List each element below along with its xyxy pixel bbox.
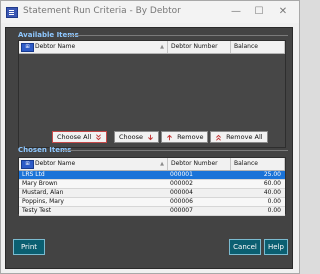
remove-all-button[interactable]: Remove All [210, 131, 268, 143]
dialog-body: Available Items ⊞ Debtor Name ▲ Debtor N… [5, 27, 293, 269]
available-group-divider [68, 35, 288, 36]
double-arrow-up-icon [216, 134, 221, 141]
available-grid-header: ⊞ Debtor Name ▲ Debtor Number Balance [19, 41, 285, 54]
col-debtor-name[interactable]: ⊞ Debtor Name ▲ [19, 41, 168, 53]
dialog-window: Statement Run Criteria - By Debtor — ☐ ✕… [0, 0, 300, 274]
col-balance[interactable]: Balance [231, 41, 285, 53]
cancel-button[interactable]: Cancel [229, 239, 261, 255]
debtor-number-cell: 000001 [170, 171, 193, 178]
grid-icon: ⊞ [21, 43, 34, 52]
col-balance-label: Balance [234, 160, 258, 167]
choose-all-button[interactable]: Choose All [52, 131, 108, 143]
balance-cell: 40.00 [263, 189, 281, 196]
choose-all-label: Choose All [57, 133, 92, 141]
arrow-down-icon [148, 134, 153, 140]
col-debtor-number[interactable]: Debtor Number [168, 158, 231, 170]
chosen-grid-header: ⊞ Debtor Name ▲ Debtor Number Balance [19, 158, 285, 171]
chosen-items-grid[interactable]: ⊞ Debtor Name ▲ Debtor Number Balance LR… [18, 157, 286, 216]
col-debtor-name-label: Debtor Name [35, 160, 76, 167]
debtor-name-cell: Mustard, Alan [22, 189, 64, 196]
debtor-name-cell: LRS Ltd [22, 171, 45, 178]
remove-button[interactable]: Remove [161, 131, 209, 143]
col-balance[interactable]: Balance [231, 158, 285, 170]
debtor-number-cell: 000006 [170, 198, 193, 205]
balance-cell: 25.00 [263, 171, 281, 178]
debtor-number-cell: 000007 [170, 207, 193, 214]
window-title: Statement Run Criteria - By Debtor [23, 6, 181, 16]
table-row[interactable]: Mustard, Alan 000004 40.00 [19, 189, 285, 198]
balance-cell: 60.00 [263, 180, 281, 187]
debtor-number-cell: 000004 [170, 189, 193, 196]
app-icon [6, 7, 18, 18]
remove-all-label: Remove All [226, 133, 263, 141]
double-arrow-down-icon [96, 133, 102, 140]
print-button[interactable]: Print [13, 239, 45, 255]
arrow-up-icon [167, 134, 172, 140]
sort-asc-icon: ▲ [160, 44, 164, 50]
col-debtor-number[interactable]: Debtor Number [168, 41, 231, 53]
table-row[interactable]: LRS Ltd 000001 25.00 [19, 171, 285, 180]
col-debtor-number-label: Debtor Number [171, 160, 218, 167]
choose-label: Choose [119, 133, 143, 141]
title-bar: Statement Run Criteria - By Debtor — ☐ ✕ [1, 1, 299, 23]
maximize-button[interactable]: ☐ [250, 4, 268, 20]
col-debtor-name-label: Debtor Name [35, 43, 76, 50]
chosen-rows: LRS Ltd 000001 25.00 Mary Brown 000002 6… [19, 171, 285, 216]
balance-cell: 0.00 [267, 198, 281, 205]
chosen-group-divider [62, 150, 288, 151]
col-debtor-name[interactable]: ⊞ Debtor Name ▲ [19, 158, 168, 170]
table-row[interactable]: Testy Test 000007 0.00 [19, 207, 285, 216]
debtor-name-cell: Testy Test [22, 207, 52, 214]
debtor-name-cell: Mary Brown [22, 180, 58, 187]
balance-cell: 0.00 [267, 207, 281, 214]
debtor-number-cell: 000002 [170, 180, 193, 187]
remove-label: Remove [177, 133, 204, 141]
close-button[interactable]: ✕ [274, 4, 292, 20]
col-debtor-number-label: Debtor Number [171, 43, 218, 50]
sort-asc-icon: ▲ [160, 161, 164, 167]
help-button[interactable]: Help [264, 239, 288, 255]
col-balance-label: Balance [234, 43, 258, 50]
table-row[interactable]: Mary Brown 000002 60.00 [19, 180, 285, 189]
debtor-name-cell: Poppins, Mary [22, 198, 64, 205]
minimize-button[interactable]: — [227, 4, 245, 20]
table-row[interactable]: Poppins, Mary 000006 0.00 [19, 198, 285, 207]
grid-icon: ⊞ [21, 160, 34, 169]
choose-button[interactable]: Choose [114, 131, 160, 143]
